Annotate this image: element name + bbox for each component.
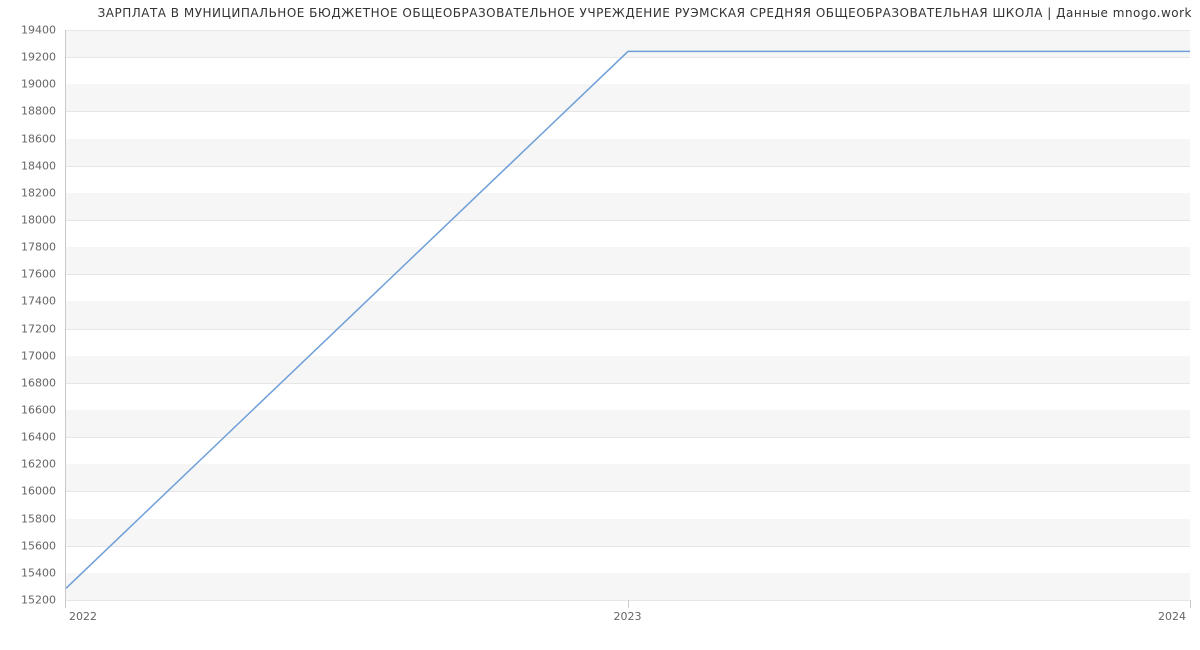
y-tick-label: 17400 (21, 295, 56, 308)
chart-title: ЗАРПЛАТА В МУНИЦИПАЛЬНОЕ БЮДЖЕТНОЕ ОБЩЕО… (0, 6, 1192, 20)
y-tick-label: 17200 (21, 322, 56, 335)
y-tick-label: 18000 (21, 214, 56, 227)
y-axis-ticks: 1520015400156001580016000162001640016600… (0, 30, 60, 600)
x-tick-label: 2024 (1158, 610, 1186, 623)
x-tick-label: 2022 (69, 610, 97, 623)
y-tick-label: 16200 (21, 458, 56, 471)
x-tick-label: 2023 (614, 610, 642, 623)
x-tick-mark (1190, 600, 1191, 608)
y-tick-label: 17000 (21, 349, 56, 362)
y-tick-label: 16000 (21, 485, 56, 498)
y-tick-label: 17800 (21, 241, 56, 254)
y-tick-label: 18600 (21, 132, 56, 145)
salary-line-chart: ЗАРПЛАТА В МУНИЦИПАЛЬНОЕ БЮДЖЕТНОЕ ОБЩЕО… (0, 0, 1200, 650)
y-tick-label: 15800 (21, 512, 56, 525)
x-axis-ticks: 2022 2023 2024 (65, 600, 1190, 640)
y-tick-label: 18800 (21, 105, 56, 118)
line-series (66, 30, 1190, 599)
y-tick-label: 19000 (21, 78, 56, 91)
y-tick-label: 16400 (21, 431, 56, 444)
y-tick-label: 15200 (21, 594, 56, 607)
y-tick-label: 15400 (21, 566, 56, 579)
series-line (66, 51, 1190, 588)
y-tick-label: 19400 (21, 24, 56, 37)
y-tick-label: 17600 (21, 268, 56, 281)
plot-area (65, 30, 1190, 600)
y-tick-label: 16600 (21, 404, 56, 417)
x-tick-mark (65, 600, 66, 608)
y-tick-label: 18400 (21, 159, 56, 172)
y-tick-label: 16800 (21, 376, 56, 389)
x-tick-mark (628, 600, 629, 608)
y-tick-label: 19200 (21, 51, 56, 64)
y-tick-label: 15600 (21, 539, 56, 552)
y-tick-label: 18200 (21, 186, 56, 199)
